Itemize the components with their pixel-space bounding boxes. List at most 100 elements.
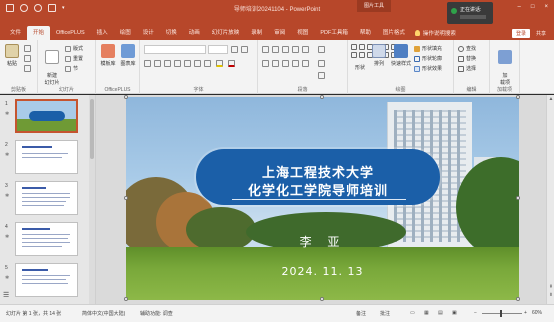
menu-icon[interactable]: ☰ bbox=[3, 292, 13, 300]
align-right-icon[interactable] bbox=[282, 60, 289, 67]
italic-icon[interactable] bbox=[154, 60, 161, 67]
paste-button[interactable]: 粘贴 bbox=[4, 44, 20, 67]
highlight-icon[interactable] bbox=[216, 60, 223, 67]
shape-effects-button[interactable]: 形状效果 bbox=[414, 65, 442, 72]
next-slide-icon[interactable]: ⇟ bbox=[548, 292, 554, 298]
resize-handle-nw[interactable] bbox=[124, 95, 128, 99]
line-spacing-icon[interactable] bbox=[302, 46, 309, 53]
align-center-icon[interactable] bbox=[272, 60, 279, 67]
find-button[interactable]: 查找 bbox=[458, 45, 476, 52]
language-indicator[interactable]: 简体中文(中国大陆) bbox=[82, 310, 125, 317]
align-text-icon[interactable] bbox=[318, 60, 325, 67]
tab-slideshow[interactable]: 幻灯片放映 bbox=[206, 26, 246, 40]
arrange-button[interactable]: 排列 bbox=[370, 44, 388, 67]
tab-officeplus[interactable]: OfficePLUS bbox=[50, 26, 91, 40]
tab-record[interactable]: 录制 bbox=[245, 26, 268, 40]
select-button[interactable]: 选择 bbox=[458, 65, 476, 72]
slide-title-line2[interactable]: 化学化工学院导师培训 bbox=[196, 180, 440, 199]
numbering-icon[interactable] bbox=[272, 46, 279, 53]
slide-title-line1[interactable]: 上海工程技术大学 bbox=[196, 162, 440, 181]
thumbnail-slide-4[interactable]: 4 ✱ bbox=[2, 222, 90, 258]
tell-me-search[interactable]: 操作说明搜索 bbox=[414, 29, 456, 37]
template-library-button[interactable]: 模板库 bbox=[98, 44, 118, 67]
thumbnail-scrollbar[interactable] bbox=[89, 95, 95, 304]
login-button[interactable]: 登录 bbox=[511, 28, 530, 38]
current-slide[interactable]: 上海工程技术大学 化学化工学院导师培训 李 亚 2024. 11. 13 bbox=[126, 97, 519, 300]
tab-help[interactable]: 帮助 bbox=[354, 26, 377, 40]
bullets-icon[interactable] bbox=[262, 46, 269, 53]
thumbnail-slide-3[interactable]: 3 ✱ bbox=[2, 181, 90, 217]
font-color-icon[interactable] bbox=[228, 60, 235, 67]
smartart-icon[interactable] bbox=[318, 72, 325, 79]
reading-view-icon[interactable]: ▤ bbox=[438, 310, 443, 316]
tab-home[interactable]: 开始 bbox=[27, 26, 51, 40]
resize-handle-s[interactable] bbox=[320, 297, 324, 301]
resize-handle-n[interactable] bbox=[320, 95, 324, 99]
section-button[interactable]: 节 bbox=[65, 65, 78, 72]
zoom-slider[interactable] bbox=[482, 310, 522, 317]
slide-date[interactable]: 2024. 11. 13 bbox=[126, 265, 519, 278]
shape-outline-button[interactable]: 形状轮廓 bbox=[414, 55, 442, 62]
tab-insert[interactable]: 插入 bbox=[91, 26, 114, 40]
presenter-name[interactable]: 李 亚 bbox=[126, 233, 519, 250]
tab-review[interactable]: 审阅 bbox=[268, 26, 291, 40]
chart-library-button[interactable]: 图表库 bbox=[118, 44, 138, 67]
resize-handle-e[interactable] bbox=[516, 196, 520, 200]
thumbnail-slide-1[interactable]: 1 ✱ bbox=[2, 99, 90, 135]
decrease-font-icon[interactable] bbox=[241, 46, 248, 53]
decrease-indent-icon[interactable] bbox=[282, 46, 289, 53]
underline-icon[interactable] bbox=[164, 60, 171, 67]
resize-handle-se[interactable] bbox=[516, 297, 520, 301]
maximize-icon[interactable]: □ bbox=[531, 4, 535, 10]
resize-handle-w[interactable] bbox=[124, 196, 128, 200]
canvas-vertical-scrollbar[interactable]: ▲ ⇞ ⇟ bbox=[546, 95, 554, 304]
previous-slide-icon[interactable]: ⇞ bbox=[548, 284, 554, 290]
slide-sorter-icon[interactable]: ▦ bbox=[424, 310, 429, 316]
new-slide-button[interactable]: 新建 幻灯片 bbox=[42, 44, 62, 86]
strikethrough-icon[interactable] bbox=[174, 60, 181, 67]
columns-icon[interactable] bbox=[302, 60, 309, 67]
tab-pdf-toolbox[interactable]: PDF工具箱 bbox=[314, 26, 354, 40]
tab-picture-format[interactable]: 图片格式 bbox=[377, 26, 411, 40]
tab-view[interactable]: 视图 bbox=[291, 26, 314, 40]
resize-handle-ne[interactable] bbox=[516, 95, 520, 99]
scrollbar-thumb[interactable] bbox=[90, 99, 94, 159]
copy-icon[interactable] bbox=[24, 55, 31, 62]
increase-indent-icon[interactable] bbox=[292, 46, 299, 53]
format-painter-icon[interactable] bbox=[24, 65, 31, 72]
tab-transitions[interactable]: 切换 bbox=[160, 26, 183, 40]
quick-styles-button[interactable]: 快速样式 bbox=[390, 44, 412, 67]
thumbnail-slide-5[interactable]: 5 ✱ bbox=[2, 263, 90, 299]
zoom-in-icon[interactable]: + bbox=[524, 310, 527, 316]
normal-view-icon[interactable]: ▭ bbox=[410, 310, 415, 316]
addins-button[interactable]: 加 载项 bbox=[495, 44, 515, 86]
resize-handle-sw[interactable] bbox=[124, 297, 128, 301]
reset-button[interactable]: 重置 bbox=[65, 55, 83, 62]
tab-draw[interactable]: 绘图 bbox=[114, 26, 137, 40]
shadow-icon[interactable] bbox=[184, 60, 191, 67]
zoom-level[interactable]: 60% bbox=[532, 310, 542, 316]
bold-icon[interactable] bbox=[144, 60, 151, 67]
justify-icon[interactable] bbox=[292, 60, 299, 67]
character-spacing-icon[interactable] bbox=[194, 60, 201, 67]
thumbnail-slide-2[interactable]: 2 ✱ bbox=[2, 140, 90, 176]
share-button[interactable]: 共享 bbox=[536, 30, 546, 37]
cut-icon[interactable] bbox=[24, 45, 31, 52]
minimize-icon[interactable]: – bbox=[518, 4, 521, 10]
shapes-button[interactable]: 形状 bbox=[352, 64, 368, 71]
text-direction-icon[interactable] bbox=[318, 46, 325, 53]
zoom-out-icon[interactable]: − bbox=[474, 310, 477, 316]
comments-button[interactable]: 批注 bbox=[380, 310, 390, 317]
scroll-up-icon[interactable]: ▲ bbox=[548, 96, 554, 102]
close-icon[interactable]: × bbox=[544, 4, 548, 10]
change-case-icon[interactable] bbox=[204, 60, 211, 67]
zoom-slider-thumb[interactable] bbox=[500, 310, 502, 317]
notes-button[interactable]: 备注 bbox=[356, 310, 366, 317]
font-name-select[interactable] bbox=[144, 45, 206, 54]
tab-animations[interactable]: 动画 bbox=[183, 26, 206, 40]
tab-design[interactable]: 设计 bbox=[137, 26, 160, 40]
align-left-icon[interactable] bbox=[262, 60, 269, 67]
increase-font-icon[interactable] bbox=[231, 46, 238, 53]
tab-file[interactable]: 文件 bbox=[4, 26, 27, 40]
layout-button[interactable]: 版式 bbox=[65, 45, 83, 52]
